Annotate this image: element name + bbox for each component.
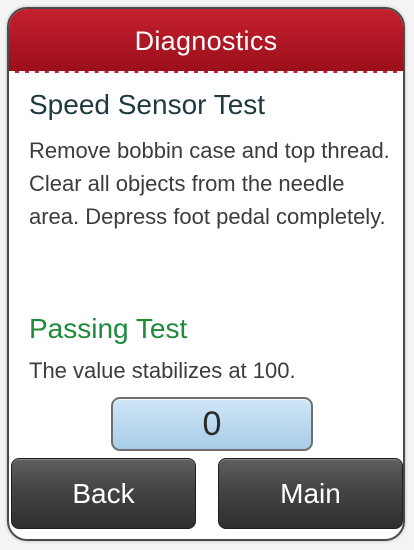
header-bar: Diagnostics [9, 9, 403, 73]
sensor-value-display: 0 [111, 397, 313, 451]
test-title: Speed Sensor Test [29, 89, 266, 120]
passing-test-description: The value stabilizes at 100. [29, 358, 296, 383]
main-button[interactable]: Main [218, 458, 403, 529]
test-instructions: Remove bobbin case and top thread. Clear… [29, 138, 390, 229]
diagnostics-panel: Diagnostics Speed Sensor Test Remove bob… [7, 7, 405, 541]
passing-test-title: Passing Test [29, 313, 188, 344]
header-title: Diagnostics [134, 25, 278, 56]
back-button[interactable]: Back [11, 458, 196, 529]
